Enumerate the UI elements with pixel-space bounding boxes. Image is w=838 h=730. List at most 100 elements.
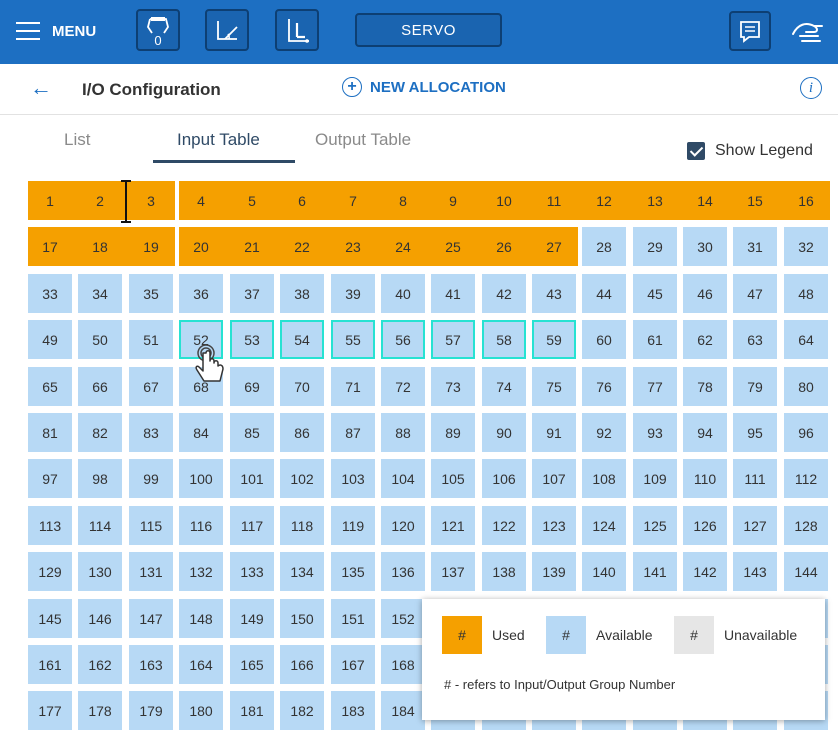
io-group-cell[interactable]: 150 (280, 599, 324, 638)
io-group-cell[interactable]: 121 (431, 506, 475, 545)
io-group-cell[interactable]: 37 (230, 274, 274, 313)
io-group-cell[interactable]: 92 (582, 413, 626, 452)
io-group-cell[interactable]: 80 (784, 367, 828, 406)
io-group-cell[interactable]: 94 (683, 413, 727, 452)
io-group-cell[interactable]: 8 (381, 181, 425, 220)
io-group-cell[interactable]: 11 (532, 181, 576, 220)
io-group-cell[interactable]: 65 (28, 367, 72, 406)
io-group-cell[interactable]: 130 (78, 552, 122, 591)
io-group-cell[interactable]: 87 (331, 413, 375, 452)
servo-button[interactable]: SERVO (355, 13, 502, 47)
io-group-cell[interactable]: 76 (582, 367, 626, 406)
io-group-cell[interactable]: 104 (381, 459, 425, 498)
io-group-cell[interactable]: 1 (28, 181, 72, 220)
io-group-cell[interactable]: 66 (78, 367, 122, 406)
io-group-cell[interactable]: 114 (78, 506, 122, 545)
io-group-cell[interactable]: 69 (230, 367, 274, 406)
menu-button[interactable]: MENU (16, 18, 96, 44)
io-group-cell[interactable]: 38 (280, 274, 324, 313)
io-group-cell[interactable]: 32 (784, 227, 828, 266)
io-group-cell[interactable]: 42 (482, 274, 526, 313)
io-group-cell[interactable]: 101 (230, 459, 274, 498)
io-group-cell[interactable]: 135 (331, 552, 375, 591)
io-group-cell[interactable]: 10 (482, 181, 526, 220)
io-group-cell[interactable]: 44 (582, 274, 626, 313)
io-group-cell[interactable]: 15 (733, 181, 777, 220)
io-group-cell[interactable]: 73 (431, 367, 475, 406)
io-group-cell[interactable]: 110 (683, 459, 727, 498)
io-group-cell[interactable]: 128 (784, 506, 828, 545)
io-group-cell[interactable]: 58 (482, 320, 526, 359)
io-group-cell[interactable]: 82 (78, 413, 122, 452)
io-group-cell[interactable]: 118 (280, 506, 324, 545)
io-group-cell[interactable]: 21 (230, 227, 274, 266)
io-group-cell[interactable]: 142 (683, 552, 727, 591)
io-group-cell[interactable]: 31 (733, 227, 777, 266)
io-group-cell[interactable]: 136 (381, 552, 425, 591)
io-group-cell[interactable]: 33 (28, 274, 72, 313)
io-group-cell[interactable]: 35 (129, 274, 173, 313)
io-group-cell[interactable]: 24 (381, 227, 425, 266)
io-group-cell[interactable]: 109 (633, 459, 677, 498)
io-group-cell[interactable]: 147 (129, 599, 173, 638)
io-group-cell[interactable]: 14 (683, 181, 727, 220)
io-group-cell[interactable]: 108 (582, 459, 626, 498)
io-group-cell[interactable]: 137 (431, 552, 475, 591)
io-group-cell[interactable]: 115 (129, 506, 173, 545)
io-group-cell[interactable]: 133 (230, 552, 274, 591)
io-group-cell[interactable]: 74 (482, 367, 526, 406)
io-group-cell[interactable]: 77 (633, 367, 677, 406)
io-group-cell[interactable]: 7 (331, 181, 375, 220)
show-legend-toggle[interactable]: Show Legend (687, 142, 813, 160)
io-group-cell[interactable]: 161 (28, 645, 72, 684)
show-legend-checkbox[interactable] (687, 142, 705, 160)
io-group-cell[interactable]: 124 (582, 506, 626, 545)
io-group-cell[interactable]: 138 (482, 552, 526, 591)
hand-icon[interactable] (788, 14, 828, 50)
io-group-cell[interactable]: 72 (381, 367, 425, 406)
io-group-cell[interactable]: 144 (784, 552, 828, 591)
io-group-cell[interactable]: 125 (633, 506, 677, 545)
io-group-cell[interactable]: 45 (633, 274, 677, 313)
io-group-cell[interactable]: 25 (431, 227, 475, 266)
io-group-cell[interactable]: 103 (331, 459, 375, 498)
io-group-cell[interactable]: 99 (129, 459, 173, 498)
io-group-cell[interactable]: 123 (532, 506, 576, 545)
io-group-cell[interactable]: 36 (179, 274, 223, 313)
io-group-cell[interactable]: 46 (683, 274, 727, 313)
io-group-cell[interactable]: 139 (532, 552, 576, 591)
io-group-cell[interactable]: 78 (683, 367, 727, 406)
io-group-cell[interactable]: 56 (381, 320, 425, 359)
io-group-cell[interactable]: 71 (331, 367, 375, 406)
io-group-cell[interactable]: 16 (784, 181, 828, 220)
io-group-cell[interactable]: 146 (78, 599, 122, 638)
io-group-cell[interactable]: 105 (431, 459, 475, 498)
io-group-cell[interactable]: 182 (280, 691, 324, 730)
io-group-cell[interactable]: 127 (733, 506, 777, 545)
io-group-cell[interactable]: 29 (633, 227, 677, 266)
io-group-cell[interactable]: 39 (331, 274, 375, 313)
io-group-cell[interactable]: 54 (280, 320, 324, 359)
io-group-cell[interactable]: 47 (733, 274, 777, 313)
io-group-cell[interactable]: 143 (733, 552, 777, 591)
io-group-cell[interactable]: 6 (280, 181, 324, 220)
io-group-cell[interactable]: 86 (280, 413, 324, 452)
io-group-cell[interactable]: 126 (683, 506, 727, 545)
io-group-cell[interactable]: 18 (78, 227, 122, 266)
io-group-cell[interactable]: 12 (582, 181, 626, 220)
io-group-cell[interactable]: 96 (784, 413, 828, 452)
io-group-cell[interactable]: 112 (784, 459, 828, 498)
tab-list[interactable]: List (64, 130, 90, 150)
io-group-cell[interactable]: 63 (733, 320, 777, 359)
io-group-cell[interactable]: 107 (532, 459, 576, 498)
io-group-cell[interactable]: 168 (381, 645, 425, 684)
io-group-cell[interactable]: 5 (230, 181, 274, 220)
io-group-cell[interactable]: 60 (582, 320, 626, 359)
io-group-cell[interactable]: 64 (784, 320, 828, 359)
io-group-cell[interactable]: 85 (230, 413, 274, 452)
io-group-cell[interactable]: 61 (633, 320, 677, 359)
io-group-cell[interactable]: 177 (28, 691, 72, 730)
io-group-cell[interactable]: 149 (230, 599, 274, 638)
robot-counter-button[interactable]: 0 (136, 9, 180, 51)
io-group-cell[interactable]: 62 (683, 320, 727, 359)
